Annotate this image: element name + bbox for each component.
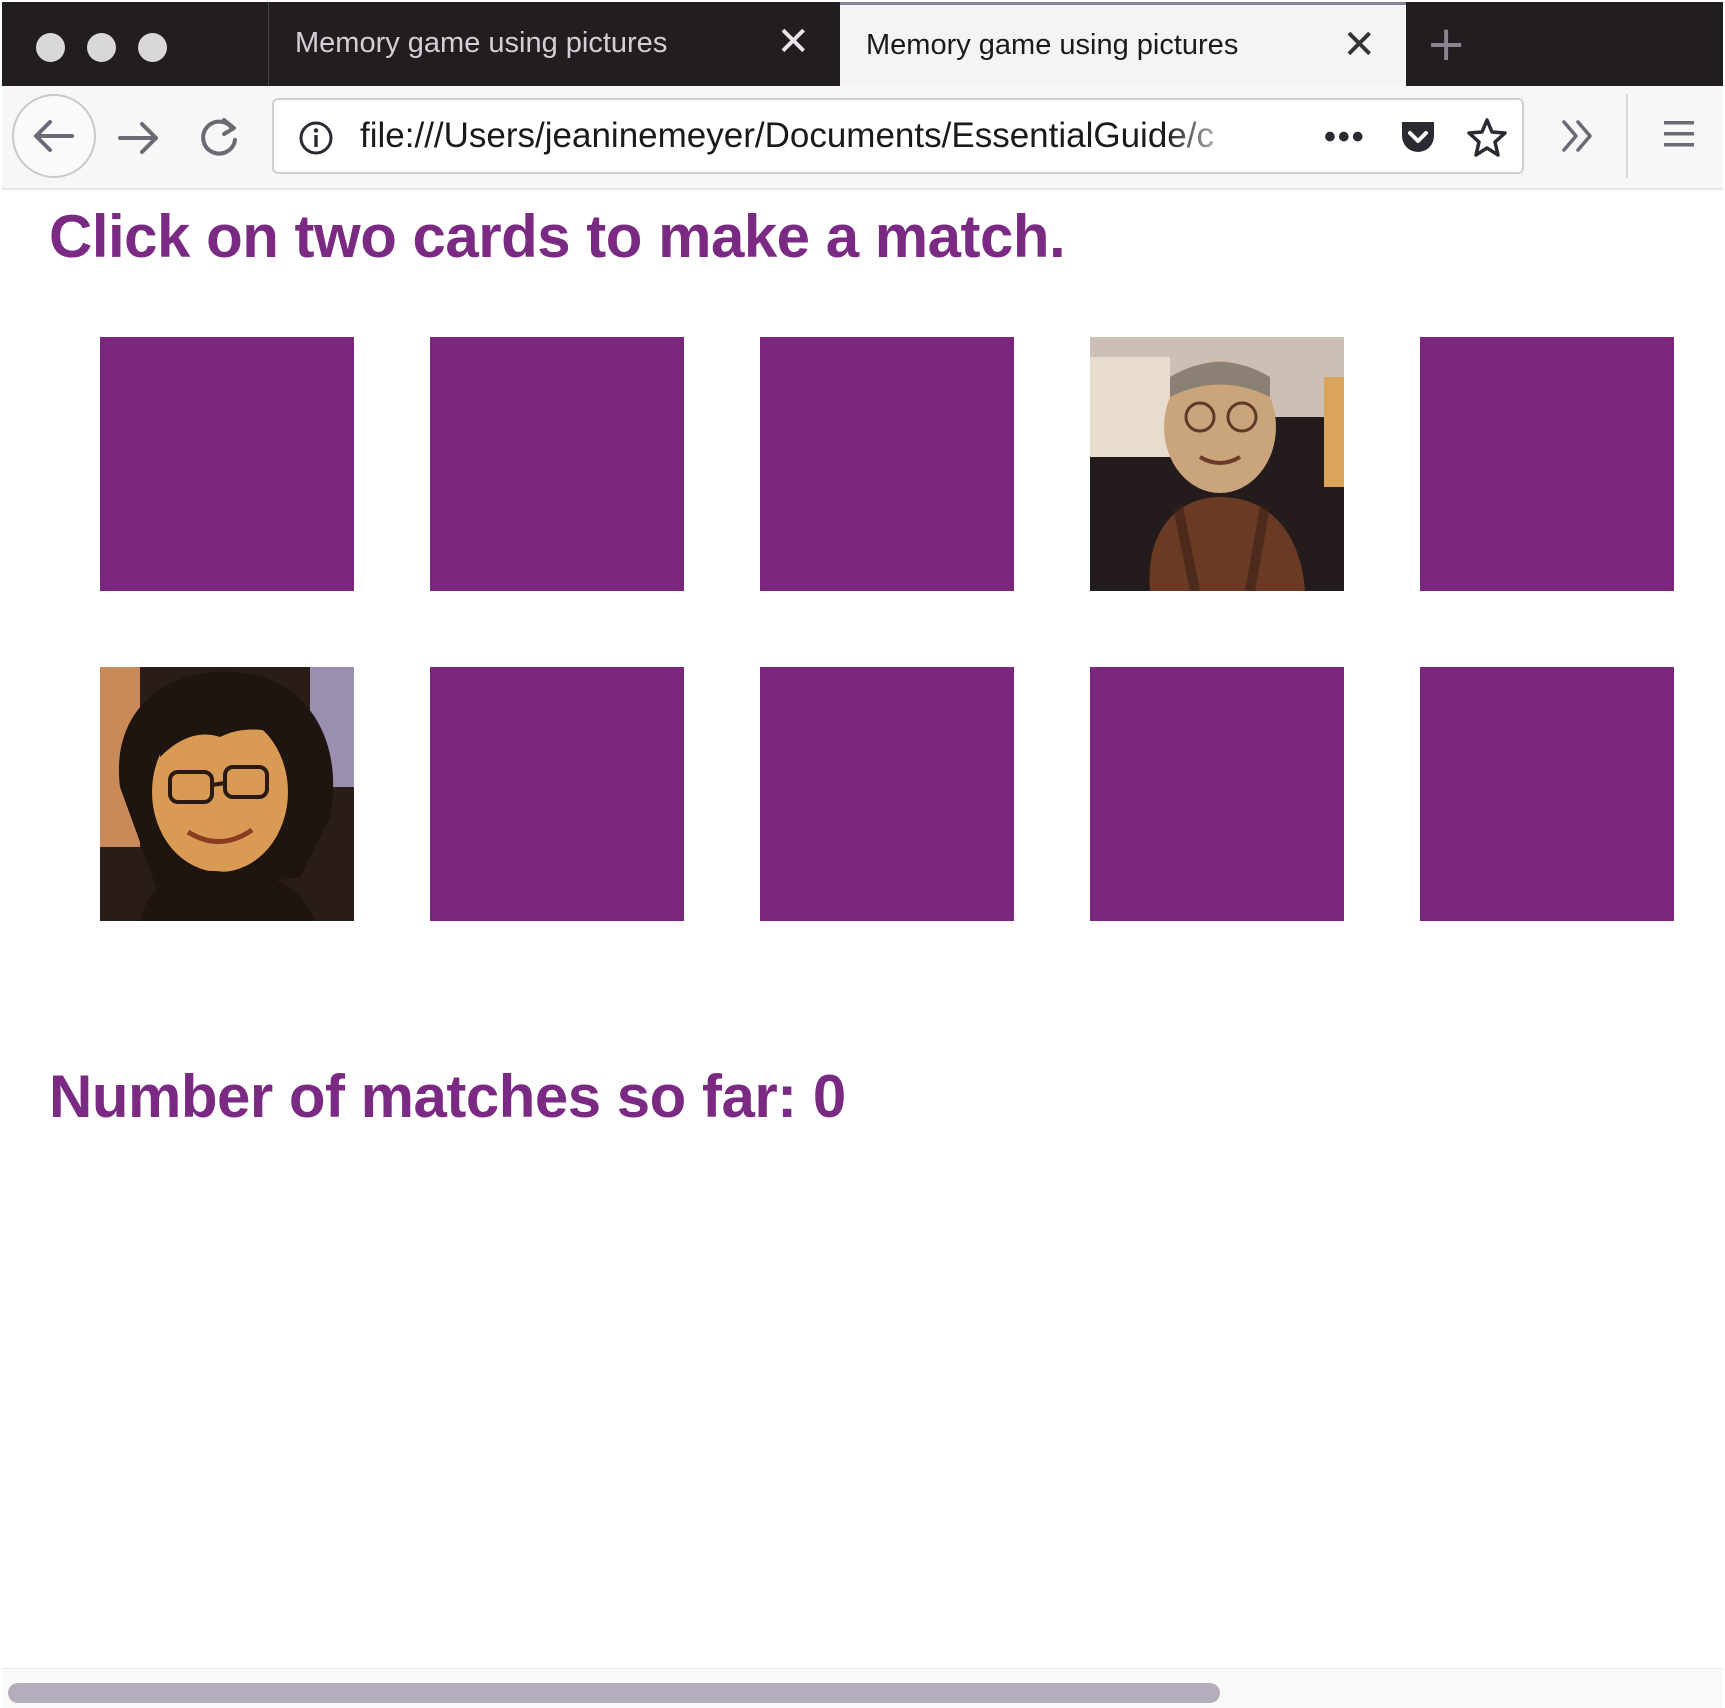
elderly-woman-photo xyxy=(1090,337,1344,591)
forward-button[interactable] xyxy=(114,116,162,160)
browser-window: Memory game using pictures ✕ Memory game… xyxy=(0,0,1725,1708)
info-icon[interactable] xyxy=(298,120,334,156)
minimize-window-button[interactable] xyxy=(87,33,116,62)
overflow-chevrons-icon[interactable] xyxy=(1558,116,1598,156)
card-face-down[interactable] xyxy=(100,337,354,591)
tab-title: Memory game using pictures xyxy=(295,27,668,59)
card-face-up[interactable] xyxy=(1090,337,1344,591)
tab-memory-game-1[interactable]: Memory game using pictures ✕ xyxy=(268,2,840,86)
url-text[interactable]: file:///Users/jeaninemeyer/Documents/Ess… xyxy=(360,116,1230,156)
url-fade xyxy=(1164,106,1244,166)
instruction-heading: Click on two cards to make a match. xyxy=(49,203,1066,270)
card-face-down[interactable] xyxy=(1420,337,1674,591)
scrollbar-thumb[interactable] xyxy=(8,1683,1220,1703)
reload-icon xyxy=(201,118,237,156)
close-window-button[interactable] xyxy=(36,33,65,62)
card-face-down[interactable] xyxy=(430,667,684,921)
page-content: Click on two cards to make a match. Numb… xyxy=(2,190,1723,1668)
card-face-down[interactable] xyxy=(1090,667,1344,921)
navigation-toolbar: file:///Users/jeaninemeyer/Documents/Ess… xyxy=(2,86,1723,190)
bookmark-star-icon[interactable] xyxy=(1466,116,1508,158)
toolbar-divider xyxy=(1626,94,1628,178)
back-arrow-icon xyxy=(34,120,74,152)
young-woman-photo xyxy=(100,667,354,921)
close-tab-icon[interactable]: ✕ xyxy=(776,18,810,66)
pocket-icon[interactable] xyxy=(1398,118,1438,156)
tab-title: Memory game using pictures xyxy=(866,29,1239,61)
forward-arrow-icon xyxy=(118,122,158,154)
card-face-down[interactable] xyxy=(430,337,684,591)
horizontal-scrollbar[interactable] xyxy=(2,1668,1723,1708)
reload-button[interactable] xyxy=(196,114,242,160)
back-button[interactable] xyxy=(12,94,96,178)
new-tab-button[interactable]: + xyxy=(1426,16,1466,72)
card-face-up[interactable] xyxy=(100,667,354,921)
card-face-down[interactable] xyxy=(1420,667,1674,921)
match-counter: Number of matches so far: 0 xyxy=(49,1063,846,1130)
zoom-window-button[interactable] xyxy=(138,33,167,62)
address-bar[interactable]: file:///Users/jeaninemeyer/Documents/Ess… xyxy=(272,98,1524,174)
close-tab-icon[interactable]: ✕ xyxy=(1342,21,1376,69)
card-face-down[interactable] xyxy=(760,337,1014,591)
card-face-down[interactable] xyxy=(760,667,1014,921)
hamburger-menu-icon[interactable] xyxy=(1662,116,1696,152)
page-actions-icon[interactable]: ••• xyxy=(1324,118,1366,157)
tab-memory-game-2[interactable]: Memory game using pictures ✕ xyxy=(840,2,1406,86)
tab-strip: Memory game using pictures ✕ Memory game… xyxy=(2,2,1723,86)
